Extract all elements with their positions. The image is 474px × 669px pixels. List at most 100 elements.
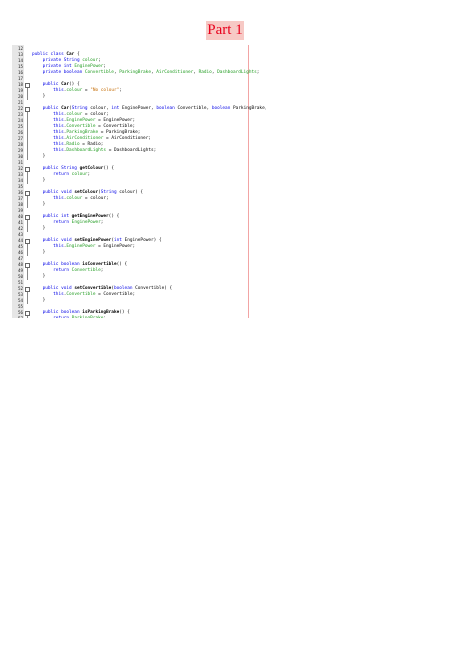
code-token: this <box>53 142 64 147</box>
code-token: public <box>42 82 62 87</box>
code-token: colour) { <box>119 190 144 195</box>
code-editor-snippet: 12 13 public class Car {14 private String … <box>12 45 266 318</box>
code-token: this <box>53 88 64 93</box>
code-token: ParkingBrake <box>72 316 104 318</box>
code-token: EnginePower <box>66 244 96 249</box>
code-token: EnginePower <box>66 118 96 123</box>
code-token: boolean <box>156 106 178 111</box>
code-token: private String <box>42 58 83 63</box>
code-token: public String <box>42 166 80 171</box>
code-token: = Radio; <box>79 142 104 147</box>
code-token: = <box>82 88 91 93</box>
code-token: ParkingBrake <box>66 130 99 135</box>
code-token: this <box>53 292 64 297</box>
code-token: ParkingBrake <box>119 70 151 75</box>
code-token: this <box>53 148 64 153</box>
code-token: } <box>32 226 46 231</box>
code-token: () { <box>116 262 128 267</box>
code-token: colour <box>82 58 99 63</box>
code-token: { <box>74 52 80 57</box>
code-token: public void <box>42 286 75 291</box>
code-token: AirConditioner <box>66 136 104 141</box>
code-token: int <box>113 238 125 243</box>
code-token: Radio <box>66 142 80 147</box>
code-token: this <box>53 196 64 201</box>
code-token: } <box>32 274 46 279</box>
code-token: EnginePower) { <box>124 238 162 243</box>
code-token: () { <box>119 310 130 315</box>
code-token: public void <box>42 238 75 243</box>
code-token: = Convertible; <box>95 124 136 129</box>
code-token: () { <box>103 166 114 171</box>
code-token: public class <box>32 52 67 57</box>
code-token: EnginePower <box>74 64 104 69</box>
code-token: } <box>32 250 46 255</box>
code-token: return <box>53 172 72 177</box>
fold-range-line <box>26 316 28 318</box>
code-token: Car <box>61 106 70 111</box>
code-token: } <box>32 94 46 99</box>
code-token: boolean <box>113 286 136 291</box>
page-title: Part 1 <box>206 21 244 40</box>
code-token: this <box>53 130 64 135</box>
code-token: DashboardLights <box>217 70 257 75</box>
code-token: = EnginePower; <box>95 244 136 249</box>
code-token: = DashboardLights; <box>106 148 157 153</box>
code-token: = AirConditioner; <box>103 136 151 141</box>
code-token: ; <box>98 58 101 63</box>
code-token: Convertible, <box>177 106 212 111</box>
code-token: String <box>71 106 91 111</box>
code-token: () { <box>108 214 120 219</box>
code-token: public boolean <box>42 310 83 315</box>
code-token: setEnginePower <box>74 238 112 243</box>
code-token: } <box>32 298 46 303</box>
code-token: return <box>53 220 72 225</box>
code-token: colour <box>66 196 83 201</box>
code-token: String <box>100 190 120 195</box>
code-token: public <box>42 106 62 111</box>
code-token: EnginePower <box>71 220 101 225</box>
code-token: "No colour" <box>90 88 120 93</box>
code-token: ParkingBrake, <box>233 106 266 111</box>
code-token: colour, <box>90 106 112 111</box>
code-token: colour <box>71 172 88 177</box>
code-token: int <box>111 106 122 111</box>
code-token: ; <box>87 172 91 177</box>
code-token: public boolean <box>42 262 83 267</box>
code-token: = colour; <box>82 112 109 117</box>
code-token: ; <box>100 220 104 225</box>
code-token: Radio <box>198 70 212 75</box>
line-number: 57 <box>12 316 23 318</box>
code-line: 57 return ParkingBrake; <box>12 316 266 318</box>
code-token: getColour <box>79 166 104 171</box>
code-token: this <box>53 112 64 117</box>
code-token: getEnginePower <box>71 214 109 219</box>
code-token: ; <box>103 64 107 69</box>
code-token: ; <box>100 268 104 273</box>
code-token: AirConditioner <box>156 70 194 75</box>
code-token: = Convertible; <box>95 292 136 297</box>
code-token: Convertible) { <box>135 286 173 291</box>
code-token: ; <box>119 88 122 93</box>
